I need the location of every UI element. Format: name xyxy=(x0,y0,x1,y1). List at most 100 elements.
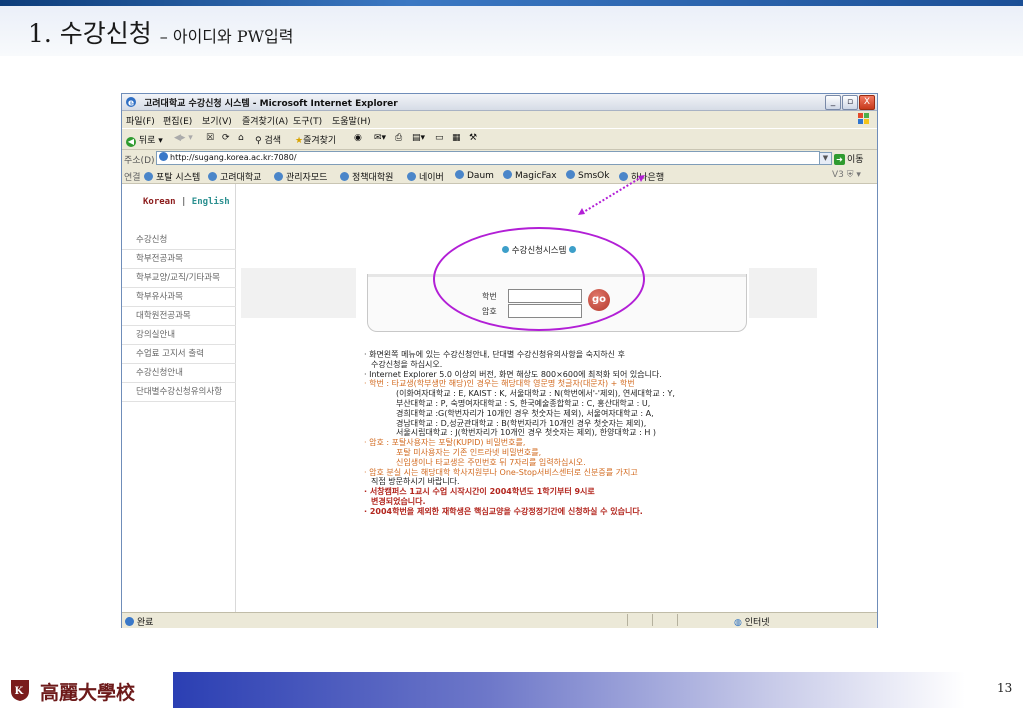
link-korea-univ[interactable]: 고려대학교 xyxy=(208,170,261,183)
address-input[interactable]: http://sugang.korea.ac.kr:7080/ xyxy=(156,151,820,165)
maximize-button[interactable]: ▫ xyxy=(842,95,858,110)
toolbar: ◀ 뒤로 ▾ ◀▸ ▾ ☒ ⟳ ⌂ ⚲ 검색 ★즐겨찾기 ◉ ✉▾ ⎙ ▤▾ ▭… xyxy=(122,128,877,150)
link-hana-bank[interactable]: 하나은행 xyxy=(619,170,664,183)
sidebar-item-tuition-print[interactable]: 수업료 고지서 출력 xyxy=(122,345,236,364)
notice-line: · 학번 : 타교생(학부생만 해당)인 경우는 해당대학 영문명 첫글자(대문… xyxy=(364,379,635,389)
notice-line: · 암호 : 포탈사용자는 포탈(KUPID) 비밀번호를, xyxy=(364,438,526,448)
link-smsok[interactable]: SmsOk xyxy=(566,170,609,181)
menu-file[interactable]: 파일(F) xyxy=(126,114,155,127)
minimize-button[interactable]: _ xyxy=(825,95,841,110)
decor-panel-right xyxy=(749,268,817,318)
search-button[interactable]: ⚲ 검색 xyxy=(255,133,281,146)
search-icon: ⚲ xyxy=(255,136,262,146)
university-name: 高麗大學校 xyxy=(40,682,136,704)
address-label: 주소(D) xyxy=(124,156,155,166)
university-emblem-icon: K xyxy=(11,680,29,701)
research-icon[interactable]: ⚒ xyxy=(469,133,477,143)
status-divider xyxy=(677,614,678,626)
sidebar-item-college-notes[interactable]: 단대별수강신청유의사항 xyxy=(122,383,236,402)
status-zone: ◍ 인터넷 xyxy=(734,615,770,628)
menu-edit[interactable]: 편집(E) xyxy=(163,114,192,127)
status-done: 완료 xyxy=(125,615,153,628)
link-label: Daum xyxy=(467,171,494,181)
highlight-ellipse xyxy=(433,227,645,331)
globe-icon: ◍ xyxy=(734,618,742,628)
menu-help[interactable]: 도움말(H) xyxy=(332,114,371,127)
refresh-icon[interactable]: ⟳ xyxy=(222,133,230,143)
notice-line: 포탈 미사용자는 기존 인트라넷 비밀번호를, xyxy=(396,447,542,457)
lang-separator: | xyxy=(180,197,187,207)
links-label: 연결 xyxy=(124,173,141,183)
address-dropdown-icon[interactable]: ▼ xyxy=(819,152,832,165)
forward-icon[interactable]: ◀▸ ▾ xyxy=(174,133,193,143)
edit-icon[interactable]: ▤▾ xyxy=(412,133,425,143)
sidebar-item-classroom-info[interactable]: 강의실안내 xyxy=(122,326,236,345)
search-label: 검색 xyxy=(264,136,282,146)
menu-favorites[interactable]: 즐겨찾기(A) xyxy=(242,114,288,127)
svg-text:K: K xyxy=(15,686,24,697)
title-bar[interactable]: e 고려대학교 수강신청 시스템 - Microsoft Internet Ex… xyxy=(122,94,877,111)
notice-line: 수강신청을 하십시오. xyxy=(371,359,443,369)
window-title: 고려대학교 수강신청 시스템 - Microsoft Internet Expl… xyxy=(144,99,398,109)
page-icon xyxy=(159,152,168,161)
messenger-icon[interactable]: ▦ xyxy=(452,133,461,143)
notice-line: 경희대학교 :G(학번자리가 10개인 경우 첫숫자는 제외), 서울여자대학교… xyxy=(396,408,654,418)
back-label: 뒤로 xyxy=(138,136,156,146)
back-button[interactable]: ◀ 뒤로 ▾ xyxy=(126,133,163,147)
notice-line: · 암호 분실 시는 해당대학 학사지원부나 One-Stop서비스센터로 신분… xyxy=(364,467,638,477)
link-label: 고려대학교 xyxy=(220,173,262,183)
page-viewport: Korean | English 수강신청 학부전공과목 학부교양/교직/기타과… xyxy=(122,184,877,612)
link-label: 포탈 시스템 xyxy=(156,173,201,183)
menu-view[interactable]: 보기(V) xyxy=(202,114,232,127)
notice-line: 부산대학교 : P, 숙명여자대학교 : S, 한국예술종합학교 : C, 홍산… xyxy=(396,398,651,408)
v3-indicator[interactable]: V3 ⛨ ▾ xyxy=(832,170,861,180)
language-switch: Korean | English xyxy=(143,197,230,207)
close-button[interactable]: X xyxy=(859,95,875,110)
sidebar-item-sugang-guide[interactable]: 수강신청안내 xyxy=(122,364,236,383)
link-icon xyxy=(566,170,575,179)
footer-gradient-bar xyxy=(173,672,965,708)
svg-text:e: e xyxy=(128,99,134,109)
home-icon[interactable]: ⌂ xyxy=(238,133,244,143)
sidebar-item-liberal-courses[interactable]: 학부교양/교직/기타과목 xyxy=(122,269,236,288)
sidebar-item-major-courses[interactable]: 학부전공과목 xyxy=(122,250,236,269)
notice-line: · Internet Explorer 5.0 이상의 버전, 화면 해상도 8… xyxy=(364,369,662,379)
link-icon xyxy=(455,170,464,179)
lang-korean-link[interactable]: Korean xyxy=(143,197,176,207)
back-icon: ◀ xyxy=(126,137,136,147)
link-daum[interactable]: Daum xyxy=(455,170,494,181)
sidebar-item-sugang[interactable]: 수강신청 xyxy=(122,231,236,250)
link-icon xyxy=(503,170,512,179)
link-label: MagicFax xyxy=(515,171,557,181)
folder-icon[interactable]: ▭ xyxy=(435,133,444,143)
media-icon[interactable]: ◉ xyxy=(354,133,362,143)
v3-shield-icon: ⛨ ▾ xyxy=(846,170,861,180)
notice-list: · 화면왼쪽 메뉴에 있는 수강신청안내, 단대별 수강신청유의사항을 숙지하신… xyxy=(364,350,864,517)
v3-label: V3 xyxy=(832,170,847,180)
link-admin[interactable]: 관리자모드 xyxy=(274,170,327,183)
favorites-label: 즐겨찾기 xyxy=(303,136,337,146)
menu-tools[interactable]: 도구(T) xyxy=(293,114,322,127)
mail-icon[interactable]: ✉▾ xyxy=(374,133,386,143)
status-zone-text: 인터넷 xyxy=(744,618,770,628)
notice-line: · 2004학번을 제외한 재학생은 핵심교양을 수강정정기간에 신청하실 수 … xyxy=(364,506,643,516)
notice-line: · 서창캠퍼스 1교시 수업 시작시간이 2004학년도 1학기부터 9시로 xyxy=(364,487,595,497)
favorites-button[interactable]: ★즐겨찾기 xyxy=(295,133,336,146)
decor-panel-left xyxy=(241,268,356,318)
sidebar-item-similar-courses[interactable]: 학부유사과목 xyxy=(122,288,236,307)
lang-english-link[interactable]: English xyxy=(192,197,230,207)
status-text: 완료 xyxy=(136,618,154,628)
star-icon: ★ xyxy=(295,136,304,146)
page-number: 13 xyxy=(997,681,1013,695)
link-policy-school[interactable]: 정책대학원 xyxy=(340,170,393,183)
slide-subtitle: – 아이디와 PW입력 xyxy=(159,27,294,46)
link-naver[interactable]: 네이버 xyxy=(407,170,444,183)
stop-icon[interactable]: ☒ xyxy=(206,133,214,143)
link-magicfax[interactable]: MagicFax xyxy=(503,170,557,181)
sidebar-item-grad-courses[interactable]: 대학원전공과목 xyxy=(122,307,236,326)
print-icon[interactable]: ⎙ xyxy=(395,133,402,143)
link-portal[interactable]: 포탈 시스템 xyxy=(144,170,200,183)
go-button[interactable]: ➜ 이동 xyxy=(834,152,864,165)
page-done-icon xyxy=(125,617,134,626)
slide-header: 1. 수강신청 – 아이디와 PW입력 xyxy=(0,0,1023,56)
